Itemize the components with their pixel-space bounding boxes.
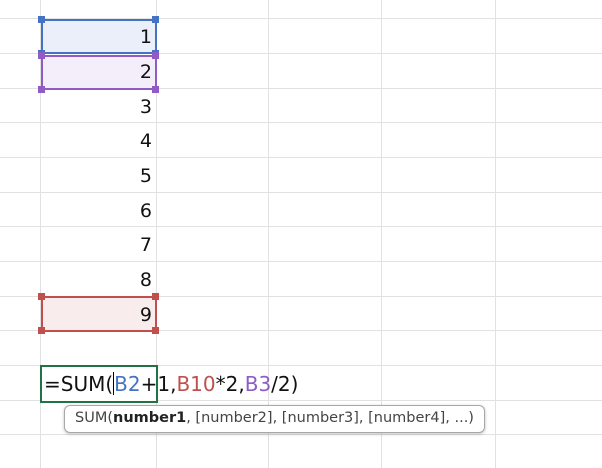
cell-value[interactable]: 2: [41, 54, 156, 88]
formula-ref-b2[interactable]: B2: [114, 372, 140, 396]
cell-value[interactable]: 4: [41, 123, 156, 157]
function-argument-tooltip[interactable]: SUM(number1, [number2], [number3], [numb…: [64, 405, 485, 433]
formula-suffix: /2): [271, 372, 299, 396]
tooltip-remaining-arguments: , [number2], [number3], [number4], ...): [186, 410, 474, 426]
column-divider: [495, 0, 496, 468]
cell-value[interactable]: 3: [41, 89, 156, 123]
formula-ref-b3[interactable]: B3: [245, 372, 271, 396]
cell-value[interactable]: 9: [41, 297, 156, 331]
row-divider: [0, 434, 602, 435]
tooltip-active-argument[interactable]: number1: [113, 410, 186, 426]
formula-ref-b10[interactable]: B10: [176, 372, 215, 396]
tooltip-function-name[interactable]: SUM(: [75, 410, 113, 426]
cell-value[interactable]: 7: [41, 227, 156, 261]
cell-value[interactable]: 6: [41, 193, 156, 227]
formula-prefix: =SUM(: [44, 372, 114, 396]
column-divider: [381, 0, 382, 468]
cell-value[interactable]: 8: [41, 262, 156, 296]
cell-value[interactable]: 5: [41, 158, 156, 192]
formula-operator: +1,: [140, 372, 177, 396]
formula-operator: *2,: [215, 372, 245, 396]
cell-value[interactable]: 1: [41, 19, 156, 53]
formula-text[interactable]: =SUM(B2+1,B10*2,B3/2): [44, 370, 298, 398]
